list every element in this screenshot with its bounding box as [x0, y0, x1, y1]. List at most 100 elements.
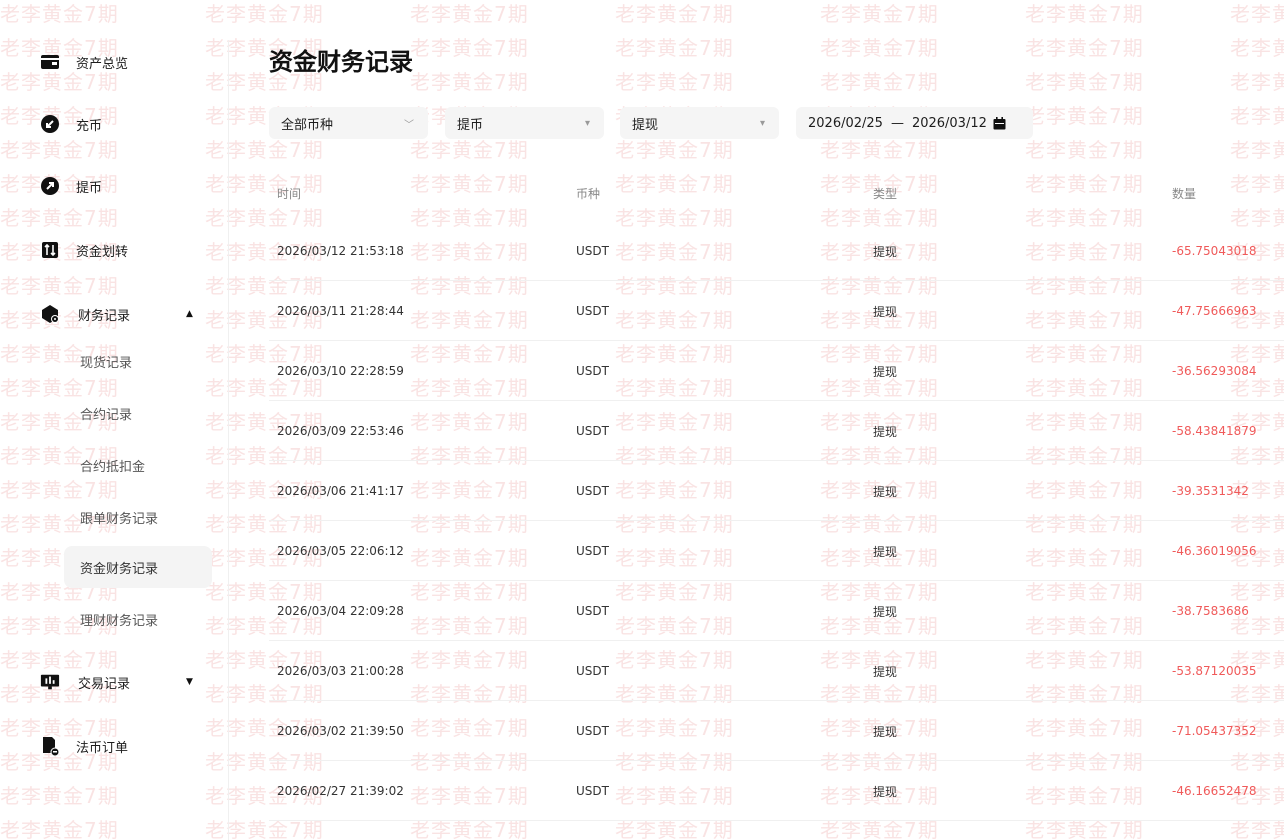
cell-type: 提现: [873, 724, 898, 739]
sidebar-item-finance-records[interactable]: 财务记录: [40, 300, 130, 328]
table-row: 2026/03/05 22:06:12 USDT 提现 -46.36019056: [269, 521, 1284, 581]
table-row: 2026/03/04 22:09:28 USDT 提现 -38.7583686: [269, 581, 1284, 641]
cell-amount: -65.75043018: [1172, 244, 1257, 258]
cell-time: 2026/03/10 22:28:59: [277, 364, 404, 378]
table-row: 2026/02/27 21:39:02 USDT 提现 -46.16652478: [269, 761, 1284, 821]
caret-down-icon: ▾: [584, 117, 590, 129]
fiat-order-icon: [40, 736, 60, 757]
column-header-coin: 币种: [576, 187, 601, 201]
sidebar-item-label: 提币: [76, 180, 103, 196]
cell-type: 提现: [873, 664, 898, 679]
sidebar: 资产总览 充币 提币 资金划转 财务记录 ▲ 现货记录 合约记录 合约抵扣金 跟…: [0, 0, 229, 840]
sidebar-item-label: 充币: [76, 118, 103, 134]
date-range-picker[interactable]: 2026/02/25 — 2026/03/12: [796, 107, 1033, 139]
cell-coin: USDT: [576, 664, 609, 678]
sub-item-label: 合约记录: [80, 407, 133, 423]
cell-amount: -71.05437352: [1172, 724, 1257, 738]
column-header-type: 类型: [873, 187, 898, 201]
cell-coin: USDT: [576, 304, 609, 318]
cell-time: 2026/03/02 21:39:50: [277, 724, 404, 738]
sub-item-label: 理财财务记录: [80, 613, 159, 629]
coin-select[interactable]: 全部币种 ﹀: [269, 107, 428, 139]
date-separator: —: [890, 115, 904, 131]
sub-item-contract-records[interactable]: 合约记录: [64, 392, 212, 434]
page-title: 资金财务记录: [269, 48, 413, 76]
cell-amount: -39.3531342: [1172, 484, 1249, 498]
cell-amount: -46.36019056: [1172, 544, 1257, 558]
table-row: 2026/03/10 22:28:59 USDT 提现 -36.56293084: [269, 341, 1284, 401]
calendar-icon[interactable]: [993, 116, 1006, 130]
cell-time: 2026/03/12 21:53:18: [277, 244, 404, 258]
cell-type: 提现: [873, 424, 898, 439]
date-end[interactable]: 2026/03/12: [912, 116, 987, 131]
cell-coin: USDT: [576, 604, 609, 618]
category-select-value: 提币: [457, 117, 484, 133]
table-row: 2026/03/02 21:39:50 USDT 提现 -71.05437352: [269, 701, 1284, 761]
table-row: 2026/03/06 21:41:17 USDT 提现 -39.3531342: [269, 461, 1284, 521]
sidebar-item-label: 资金划转: [76, 244, 129, 260]
column-header-amount: 数量: [1172, 187, 1197, 201]
cell-time: 2026/03/09 22:53:46: [277, 424, 404, 438]
sidebar-item-label: 交易记录: [78, 676, 131, 692]
sidebar-item-label: 财务记录: [78, 308, 131, 324]
cell-coin: USDT: [576, 484, 609, 498]
sub-item-label: 合约抵扣金: [80, 459, 146, 475]
sidebar-item-label: 法币订单: [76, 740, 129, 756]
caret-down-icon[interactable]: ▼: [186, 677, 193, 687]
cell-type: 提现: [873, 364, 898, 379]
sidebar-item-asset-overview[interactable]: 资产总览: [40, 48, 128, 76]
sidebar-item-withdraw[interactable]: 提币: [40, 172, 102, 200]
sub-item-label: 跟单财务记录: [80, 511, 159, 527]
main-content: 资金财务记录 全部币种 ﹀ 提币 ▾ 提现 ▾ 2026/02/25 — 202…: [228, 0, 1284, 840]
transfer-icon: [40, 240, 60, 260]
sub-item-label: 资金财务记录: [80, 561, 159, 577]
trade-record-icon: [40, 672, 60, 692]
cell-amount: -53.87120035: [1172, 664, 1257, 678]
date-start[interactable]: 2026/02/25: [808, 116, 883, 131]
cell-time: 2026/03/03 21:00:28: [277, 664, 404, 678]
sub-item-fund-finance-records[interactable]: 资金财务记录: [64, 546, 212, 588]
wallet-icon: [40, 52, 60, 72]
cell-coin: USDT: [576, 544, 609, 558]
cell-coin: USDT: [576, 724, 609, 738]
caret-down-icon: ▾: [759, 117, 765, 129]
sub-item-wealth-records[interactable]: 理财财务记录: [64, 598, 212, 640]
cell-amount: -46.16652478: [1172, 784, 1257, 798]
type-select[interactable]: 提现 ▾: [620, 107, 779, 139]
sidebar-item-label: 资产总览: [76, 56, 129, 72]
sub-item-spot-records[interactable]: 现货记录: [64, 340, 212, 382]
type-select-value: 提现: [632, 117, 659, 133]
cell-amount: -38.7583686: [1172, 604, 1249, 618]
cell-type: 提现: [873, 544, 898, 559]
sidebar-item-trade-records[interactable]: 交易记录: [40, 668, 130, 696]
cell-time: 2026/03/04 22:09:28: [277, 604, 404, 618]
cell-time: 2026/02/27 21:39:02: [277, 784, 404, 798]
cell-coin: USDT: [576, 364, 609, 378]
cell-type: 提现: [873, 484, 898, 499]
cell-type: 提现: [873, 604, 898, 619]
column-header-time: 时间: [277, 187, 302, 201]
table-row: 2026/03/03 21:00:28 USDT 提现 -53.87120035: [269, 641, 1284, 701]
table-row: 2026/03/11 21:28:44 USDT 提现 -47.75666963: [269, 281, 1284, 341]
sub-item-copy-trading-records[interactable]: 跟单财务记录: [64, 496, 212, 538]
cell-time: 2026/03/11 21:28:44: [277, 304, 404, 318]
cell-amount: -47.75666963: [1172, 304, 1257, 318]
sub-item-label: 现货记录: [80, 355, 133, 371]
sub-item-contract-deduction[interactable]: 合约抵扣金: [64, 444, 212, 486]
cell-time: 2026/03/06 21:41:17: [277, 484, 404, 498]
caret-up-icon[interactable]: ▲: [186, 309, 193, 319]
table-row: 2026/03/12 21:53:18 USDT 提现 -65.75043018: [269, 221, 1284, 281]
cell-time: 2026/03/05 22:06:12: [277, 544, 404, 558]
cell-type: 提现: [873, 784, 898, 799]
table-row: 2026/03/09 22:53:46 USDT 提现 -58.43841879: [269, 401, 1284, 461]
cell-amount: -36.56293084: [1172, 364, 1257, 378]
sidebar-item-fund-transfer[interactable]: 资金划转: [40, 236, 128, 264]
cell-type: 提现: [873, 304, 898, 319]
finance-record-icon: [40, 304, 60, 324]
cell-amount: -58.43841879: [1172, 424, 1257, 438]
sidebar-item-fiat-orders[interactable]: 法币订单: [40, 732, 128, 760]
sidebar-item-deposit[interactable]: 充币: [40, 110, 102, 138]
deposit-icon: [40, 114, 60, 134]
chevron-down-icon: ﹀: [404, 119, 414, 131]
category-select[interactable]: 提币 ▾: [445, 107, 604, 139]
